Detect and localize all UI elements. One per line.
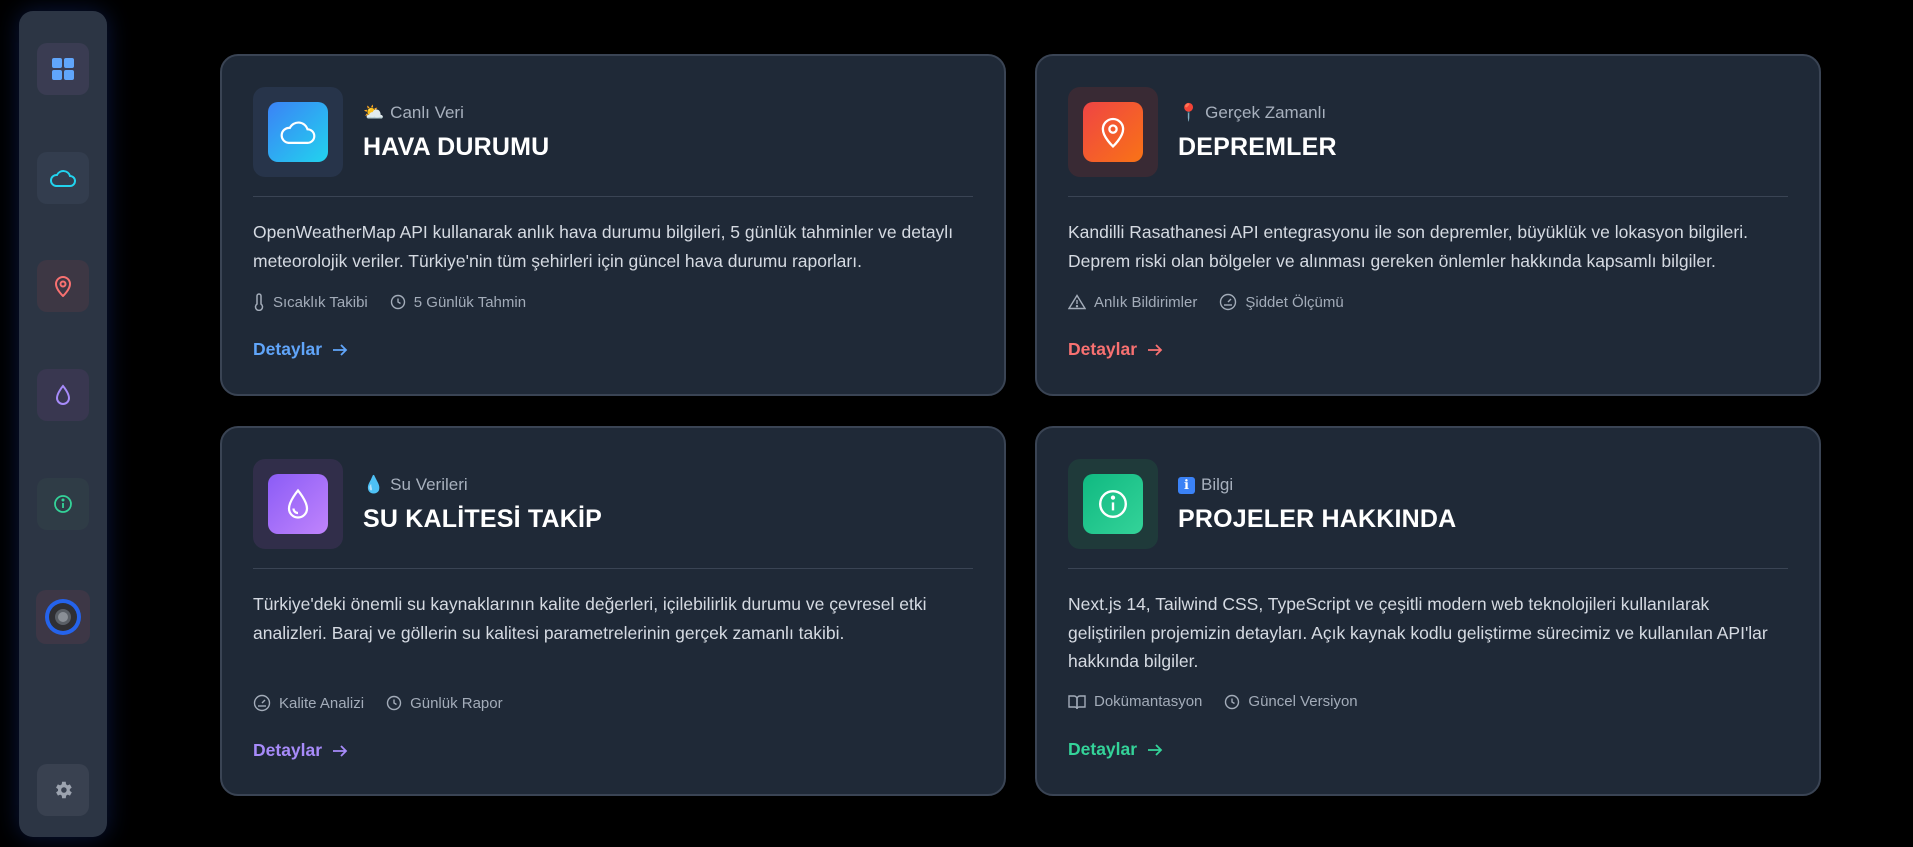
about-projects-card: ℹ Bilgi PROJELER HAKKINDA Next.js 14, Ta… xyxy=(1035,426,1821,796)
card-eyebrow: ℹ Bilgi xyxy=(1178,475,1233,495)
clock-icon xyxy=(1225,694,1240,709)
card-eyebrow: ⛅ Canlı Veri xyxy=(363,103,464,123)
card-title: HAVA DURUMU xyxy=(363,133,550,161)
card-tags: Anlık Bildirimler Şiddet Ölçümü xyxy=(1068,293,1344,311)
arrow-right-icon xyxy=(333,343,348,356)
map-pin-icon xyxy=(54,275,72,297)
divider xyxy=(253,568,973,569)
sun-cloud-icon: ⛅ xyxy=(363,103,385,123)
sidebar xyxy=(19,11,107,837)
card-title: SU KALİTESİ TAKİP xyxy=(363,505,603,533)
details-link[interactable]: Detaylar xyxy=(253,339,348,360)
water-drop-icon: 💧 xyxy=(363,475,385,495)
tag: Sıcaklık Takibi xyxy=(253,293,368,311)
clock-icon xyxy=(386,695,402,711)
book-icon xyxy=(1068,694,1086,709)
divider xyxy=(1068,196,1788,197)
card-description: Kandilli Rasathanesi API entegrasyonu il… xyxy=(1068,222,1748,271)
card-tags: Kalite Analizi Günlük Rapor xyxy=(253,694,503,712)
card-description: OpenWeatherMap API kullanarak anlık hava… xyxy=(253,222,954,271)
tag: Anlık Bildirimler xyxy=(1068,293,1197,311)
tag: Günlük Rapor xyxy=(386,694,503,712)
thermometer-icon xyxy=(254,293,264,311)
info-icon xyxy=(53,494,73,514)
avatar xyxy=(45,599,81,635)
sidebar-item-settings[interactable] xyxy=(37,764,89,816)
sidebar-item-earthquakes[interactable] xyxy=(37,260,89,312)
divider xyxy=(1068,568,1788,569)
droplet-icon xyxy=(55,384,71,406)
tag: Dokümantasyon xyxy=(1068,693,1202,710)
clock-icon xyxy=(390,294,405,310)
weather-card: ⛅ Canlı Veri HAVA DURUMU OpenWeatherMap … xyxy=(220,54,1006,396)
info-badge-icon: ℹ xyxy=(1178,476,1195,494)
info-icon-container xyxy=(1068,459,1158,549)
arrow-right-icon xyxy=(333,744,348,757)
card-eyebrow: 📍 Gerçek Zamanlı xyxy=(1178,103,1327,123)
sidebar-item-weather[interactable] xyxy=(37,152,89,204)
tag: Güncel Versiyon xyxy=(1224,693,1358,710)
map-pin-icon xyxy=(1083,102,1143,162)
sidebar-item-about[interactable] xyxy=(37,478,89,530)
card-tags: Sıcaklık Takibi 5 Günlük Tahmin xyxy=(253,293,526,311)
warning-icon xyxy=(1068,294,1086,310)
arrow-right-icon xyxy=(1148,343,1163,356)
sidebar-item-water[interactable] xyxy=(37,369,89,421)
gauge-icon xyxy=(253,694,271,712)
dashboard-icon xyxy=(51,57,75,81)
cloud-icon xyxy=(49,168,77,188)
arrow-right-icon xyxy=(1148,743,1163,756)
info-icon xyxy=(1083,474,1143,534)
details-link[interactable]: Detaylar xyxy=(1068,339,1163,360)
tag: Kalite Analizi xyxy=(253,694,364,712)
card-title: PROJELER HAKKINDA xyxy=(1178,505,1457,533)
user-avatar-button[interactable] xyxy=(36,590,90,644)
sidebar-item-dashboard[interactable] xyxy=(37,43,89,95)
water-quality-card: 💧 Su Verileri SU KALİTESİ TAKİP Türkiye'… xyxy=(220,426,1006,796)
earthquake-icon-container xyxy=(1068,87,1158,177)
water-icon-container xyxy=(253,459,343,549)
weather-icon-container xyxy=(253,87,343,177)
divider xyxy=(253,196,973,197)
tag: Şiddet Ölçümü xyxy=(1219,293,1344,311)
tag: 5 Günlük Tahmin xyxy=(390,293,526,311)
card-eyebrow: 💧 Su Verileri xyxy=(363,475,468,495)
details-link[interactable]: Detaylar xyxy=(1068,739,1163,760)
card-title: DEPREMLER xyxy=(1178,133,1337,161)
pin-icon: 📍 xyxy=(1178,103,1200,123)
details-link[interactable]: Detaylar xyxy=(253,740,348,761)
card-tags: Dokümantasyon Güncel Versiyon xyxy=(1068,693,1358,710)
card-description: Türkiye'deki önemli su kaynaklarının kal… xyxy=(253,594,927,643)
card-description: Next.js 14, Tailwind CSS, TypeScript ve … xyxy=(1068,594,1768,671)
gauge-icon xyxy=(1220,293,1237,311)
droplet-icon xyxy=(268,474,328,534)
cloud-icon xyxy=(268,102,328,162)
earthquake-card: 📍 Gerçek Zamanlı DEPREMLER Kandilli Rasa… xyxy=(1035,54,1821,396)
gear-icon xyxy=(52,779,74,801)
